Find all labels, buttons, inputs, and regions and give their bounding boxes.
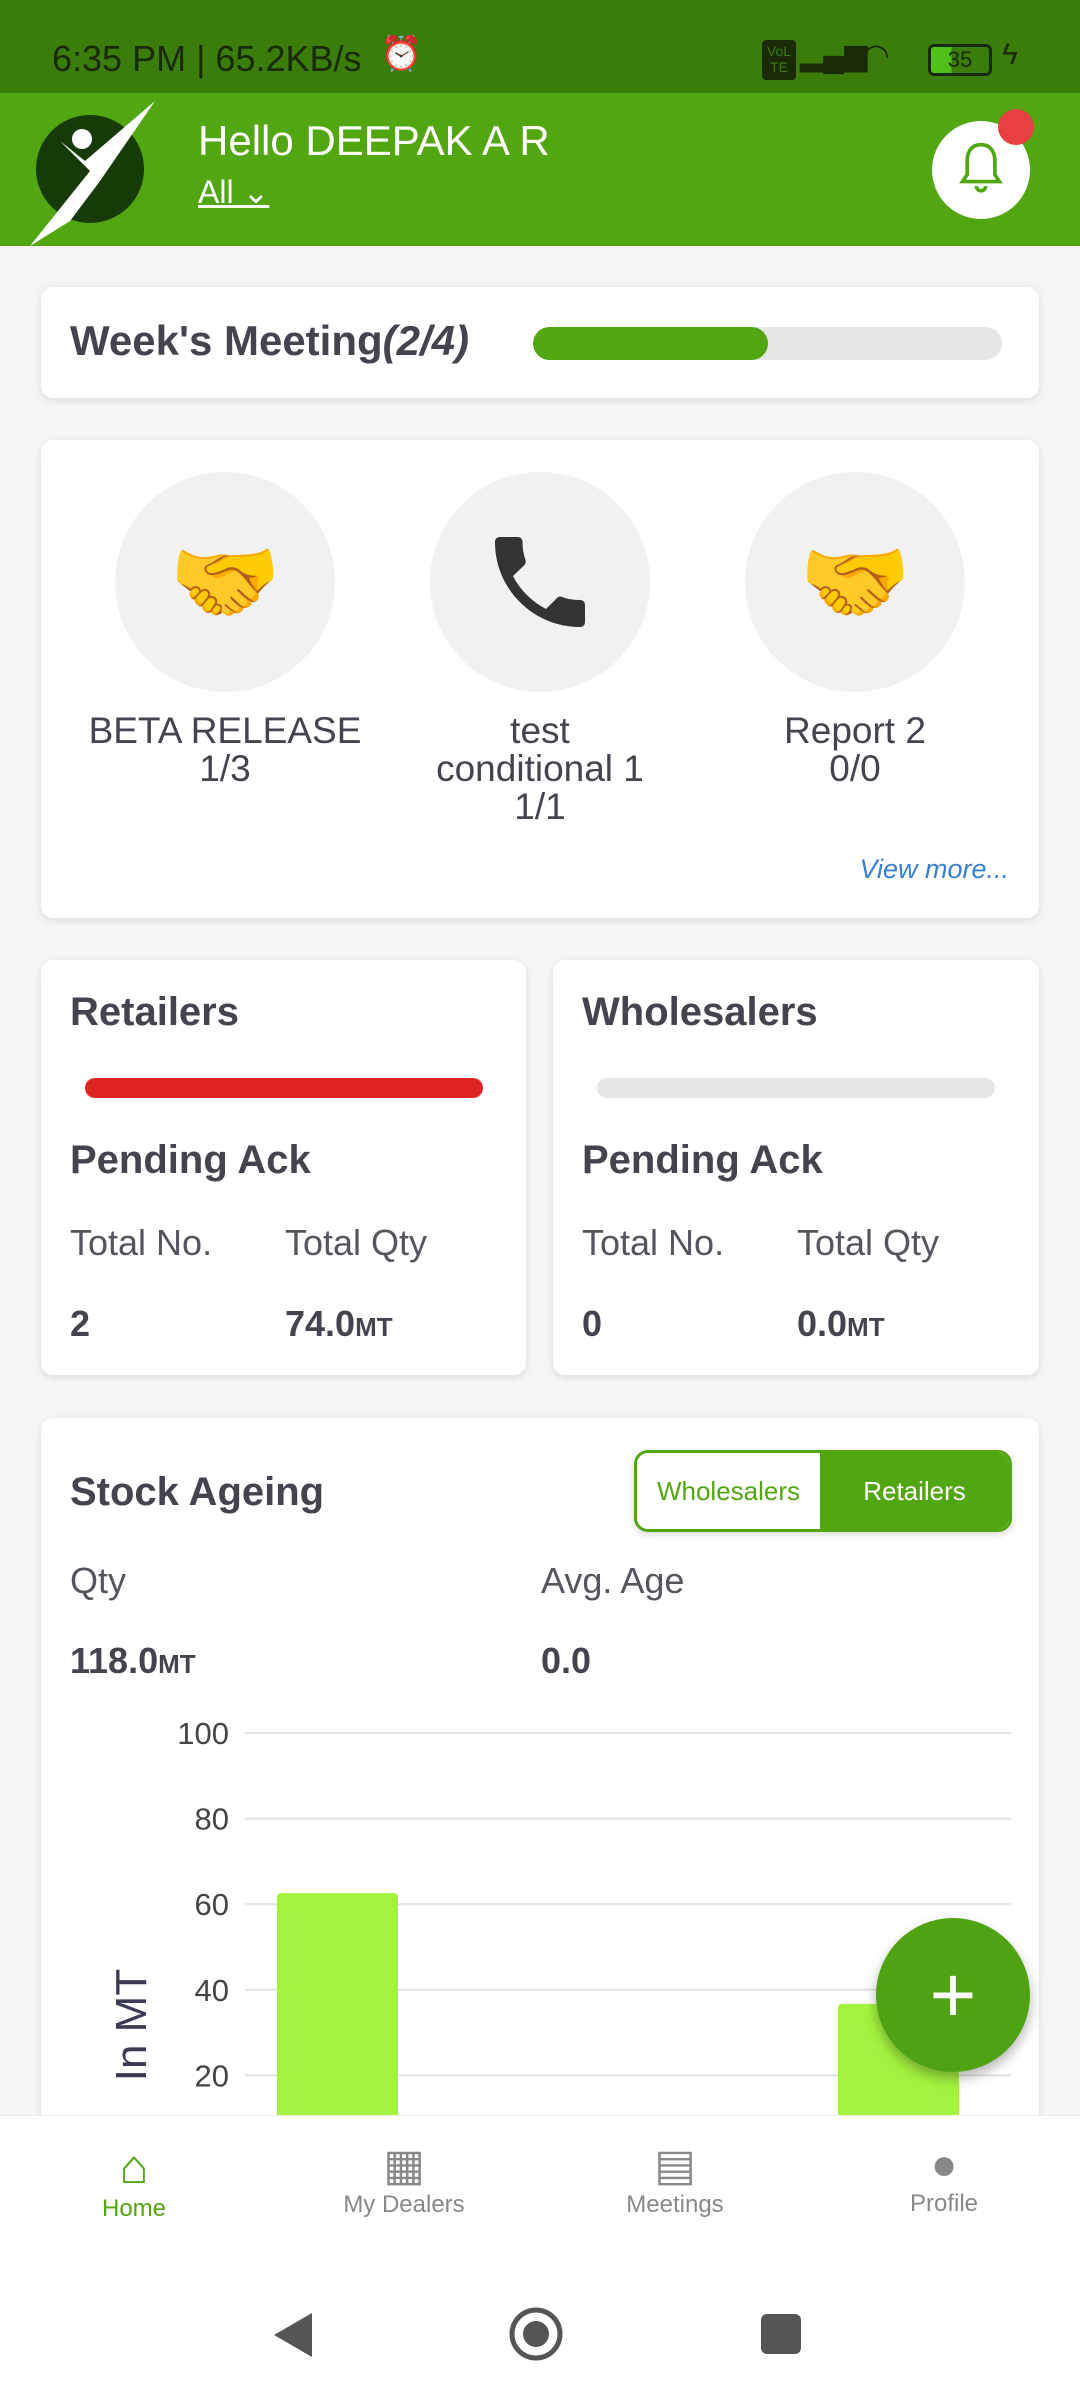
charging-icon: ϟ	[1002, 38, 1018, 71]
view-more-link[interactable]: View more...	[859, 854, 1009, 885]
activity-2-circle[interactable]: 🤝	[745, 472, 965, 692]
y-tick-label: 80	[195, 1802, 229, 1837]
activity-name: BETA RELEASE	[88, 710, 362, 751]
stock-toggle: Wholesalers Retailers	[634, 1450, 1012, 1532]
nav-home[interactable]: ⌂ Home	[34, 2140, 234, 2223]
activity-0-label: BETA RELEASE 1/3	[75, 712, 375, 788]
total-qty-value: 0.0MT	[797, 1303, 885, 1345]
activity-name: test conditional 1	[436, 710, 644, 789]
total-no-value: 2	[70, 1303, 91, 1344]
activity-1-label: test conditional 1 1/1	[390, 712, 690, 826]
qty-value: 118.0MT	[70, 1640, 196, 1682]
activity-count: 0/0	[829, 748, 881, 789]
add-fab-button[interactable]: +	[876, 1918, 1030, 2072]
nav-label: Profile	[909, 2190, 979, 2217]
app-logo	[30, 101, 155, 246]
wholesalers-pending-card[interactable]: Wholesalers Pending Ack Total No. Total …	[553, 960, 1039, 1375]
nav-label: My Dealers	[343, 2191, 465, 2218]
avg-age-label: Avg. Age	[541, 1560, 685, 1601]
y-tick-label: 20	[195, 2058, 229, 2093]
activity-2-label: Report 2 0/0	[705, 712, 1005, 788]
card-title: Wholesalers	[582, 990, 818, 1034]
meeting-title: Week's Meeting	[70, 317, 383, 364]
system-nav-bar	[0, 2270, 1080, 2400]
toggle-wholesalers[interactable]: Wholesalers	[637, 1453, 820, 1529]
phone-icon	[495, 537, 585, 627]
handshake-icon: 🤝	[168, 532, 282, 633]
app-header: Hello DEEPAK A R All ⌄	[0, 93, 1080, 246]
nav-label: Meetings	[626, 2191, 724, 2218]
store-icon: ▦	[383, 2141, 425, 2190]
activity-count: 1/1	[514, 786, 566, 827]
qty-label: Qty	[70, 1560, 127, 1601]
card-subtitle: Pending Ack	[70, 1138, 311, 1182]
unit: MT	[158, 1649, 196, 1679]
plus-icon: +	[929, 1950, 977, 2039]
status-time: 6:35 PM | 65.2KB/s	[52, 38, 362, 79]
y-tick-label: 40	[195, 1973, 229, 2008]
alarm-icon: ⏰	[380, 35, 423, 73]
volte-icon: VoLTE	[762, 40, 796, 80]
retailers-pending-card[interactable]: Retailers Pending Ack Total No. Total Qt…	[41, 960, 526, 1375]
notification-badge	[998, 109, 1034, 145]
y-axis-label: In MT	[107, 1968, 156, 2082]
unit: MT	[847, 1312, 885, 1342]
activity-0-circle[interactable]: 🤝	[115, 472, 335, 692]
total-no-label: Total No.	[70, 1222, 213, 1263]
back-icon[interactable]	[270, 2310, 316, 2360]
recents-icon[interactable]	[761, 2314, 801, 2354]
activity-name: Report 2	[784, 710, 926, 751]
meeting-count: (2/4)	[382, 317, 470, 364]
greeting: Hello DEEPAK A R	[198, 117, 550, 164]
qty: 74.0	[285, 1303, 356, 1344]
stock-ageing-title: Stock Ageing	[70, 1470, 325, 1514]
home-icon: ⌂	[119, 2141, 149, 2194]
bell-icon	[959, 142, 1003, 193]
activity-1-circle[interactable]	[430, 472, 650, 692]
y-tick-label: 100	[177, 1716, 229, 1751]
total-qty-value: 74.0MT	[285, 1303, 393, 1345]
battery-level: 35	[947, 47, 973, 72]
qty: 0.0	[797, 1303, 848, 1344]
nav-profile[interactable]: ● Profile	[844, 2140, 1044, 2218]
activities-card: 🤝 🤝 BETA RELEASE 1/3 test conditional 1 1/…	[41, 440, 1039, 918]
activity-count: 1/3	[199, 748, 251, 789]
handshake-icon: 🤝	[798, 532, 912, 633]
card-title: Retailers	[70, 990, 239, 1034]
battery-icon: 35	[928, 44, 992, 76]
nav-meetings[interactable]: ▤ Meetings	[575, 2140, 775, 2219]
nav-label: Home	[101, 2195, 167, 2222]
wifi-icon: ◠	[862, 37, 890, 73]
avg-age-value: 0.0	[541, 1640, 592, 1681]
toggle-retailers[interactable]: Retailers	[820, 1453, 1009, 1529]
unit: MT	[355, 1312, 393, 1342]
weekly-meeting-card[interactable]: Week's Meeting(2/4)	[41, 287, 1039, 398]
home-button-icon[interactable]	[508, 2306, 564, 2362]
qty: 118.0	[70, 1640, 159, 1681]
chevron-down-icon: ⌄	[242, 174, 270, 210]
meeting-progress-fill	[533, 327, 768, 360]
total-no-label: Total No.	[582, 1222, 725, 1263]
bar	[277, 1893, 398, 2115]
signal-icon: ▂▄▆	[800, 39, 868, 72]
person-icon: ●	[930, 2140, 958, 2189]
total-qty-label: Total Qty	[797, 1222, 940, 1263]
filter-dropdown[interactable]: All ⌄	[198, 173, 269, 211]
card-subtitle: Pending Ack	[582, 1138, 823, 1182]
calendar-icon: ▤	[654, 2141, 696, 2190]
wholesalers-progress-bar	[597, 1078, 995, 1098]
nav-my-dealers[interactable]: ▦ My Dealers	[304, 2140, 504, 2219]
total-qty-label: Total Qty	[285, 1222, 428, 1263]
filter-value: All	[198, 174, 234, 210]
status-bar: 6:35 PM | 65.2KB/s ⏰ VoLTE ▂▄▆ ◠ 35 ϟ	[0, 0, 1080, 93]
meeting-progress-bar	[533, 327, 1002, 360]
y-tick-label: 60	[195, 1887, 229, 1922]
retailers-progress-bar	[85, 1078, 483, 1098]
total-no-value: 0	[582, 1303, 603, 1344]
